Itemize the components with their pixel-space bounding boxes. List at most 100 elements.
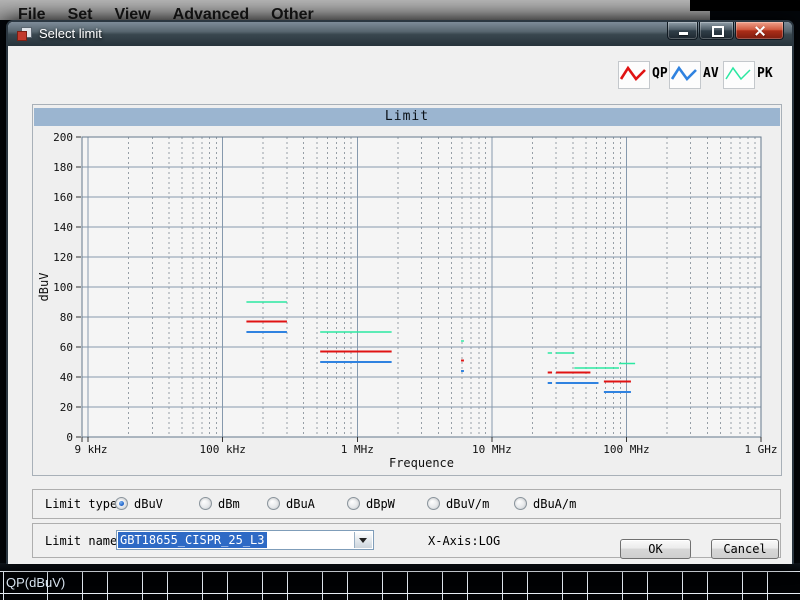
svg-text:120: 120 xyxy=(53,251,73,264)
status-row-border xyxy=(0,571,800,572)
svg-text:180: 180 xyxy=(53,161,73,174)
svg-text:1 GHz: 1 GHz xyxy=(744,443,777,456)
legend-label-qp: QP xyxy=(652,66,668,81)
radio-option-label: dBuV/m xyxy=(446,497,489,511)
svg-text:100 MHz: 100 MHz xyxy=(603,443,649,456)
screen: File Set View Advanced Other QP(dBuV) Select… xyxy=(0,0,800,600)
menu-item-view[interactable]: View xyxy=(114,0,150,20)
menu-item-set[interactable]: Set xyxy=(68,0,93,20)
radio-option-label: dBuV xyxy=(134,497,163,511)
status-col-border xyxy=(502,571,503,600)
status-col-border xyxy=(82,571,83,600)
radio-icon xyxy=(347,497,360,510)
status-col-border xyxy=(3,571,4,600)
cancel-button[interactable]: Cancel xyxy=(711,539,779,559)
status-col-border xyxy=(587,571,588,600)
status-col-border xyxy=(202,571,203,600)
status-col-border xyxy=(442,571,443,600)
status-table: QP(dBuV) xyxy=(0,563,800,600)
menu-item-other[interactable]: Other xyxy=(271,0,314,20)
limit-type-label: Limit type xyxy=(45,497,117,511)
status-row-border xyxy=(0,593,800,594)
svg-text:40: 40 xyxy=(60,371,73,384)
minimize-button[interactable] xyxy=(667,22,698,40)
radio-option-dbua-m[interactable]: dBuA/m xyxy=(514,496,576,511)
svg-text:60: 60 xyxy=(60,341,73,354)
radio-option-label: dBuA/m xyxy=(533,497,576,511)
close-button[interactable] xyxy=(735,22,784,40)
radio-option-dbm[interactable]: dBm xyxy=(199,496,240,511)
ok-button[interactable]: OK xyxy=(620,539,691,559)
status-col-border xyxy=(767,571,768,600)
maximize-icon xyxy=(712,26,724,37)
status-col-border xyxy=(707,571,708,600)
minimize-icon xyxy=(679,32,688,35)
svg-text:0: 0 xyxy=(66,431,73,444)
radio-option-label: dBuA xyxy=(286,497,315,511)
svg-text:100: 100 xyxy=(53,281,73,294)
radio-icon xyxy=(199,497,212,510)
radio-option-label: dBm xyxy=(218,497,240,511)
status-col-border xyxy=(527,571,528,600)
dialog-title: Select limit xyxy=(39,22,102,46)
limit-name-value: GBT18655_CISPR_25_L3 xyxy=(118,532,267,548)
select-limit-dialog: Select limit Limit 020406080100120140160… xyxy=(6,20,794,564)
limit-chart-container: Limit 0204060801001201401601802009 kHz10… xyxy=(32,104,782,476)
status-col-border xyxy=(467,571,468,600)
svg-text:10 MHz: 10 MHz xyxy=(472,443,512,456)
app-icon xyxy=(17,27,32,41)
status-col-border xyxy=(167,571,168,600)
av-line-icon xyxy=(670,62,698,86)
status-col-border xyxy=(322,571,323,600)
radio-icon xyxy=(514,497,527,510)
parent-window-panel xyxy=(690,0,800,11)
status-col-border xyxy=(647,571,648,600)
menu-item-advanced[interactable]: Advanced xyxy=(173,0,249,20)
limit-name-label: Limit name xyxy=(45,534,117,548)
svg-text:140: 140 xyxy=(53,221,73,234)
radio-option-dbuv[interactable]: dBuV xyxy=(115,496,163,511)
status-first-cell: QP(dBuV) xyxy=(6,572,65,594)
radio-icon xyxy=(267,497,280,510)
legend-label-av: AV xyxy=(703,66,719,81)
menu-item-file[interactable]: File xyxy=(18,0,46,20)
close-icon xyxy=(754,25,766,37)
status-col-border xyxy=(622,571,623,600)
radio-option-dbua[interactable]: dBuA xyxy=(267,496,315,511)
qp-line-icon xyxy=(619,62,647,86)
x-axis-mode-label: X-Axis:LOG xyxy=(428,534,500,548)
status-col-border xyxy=(227,571,228,600)
status-col-border xyxy=(107,571,108,600)
status-col-border xyxy=(347,571,348,600)
y-axis-title: dBuV xyxy=(37,273,51,302)
status-col-border xyxy=(682,571,683,600)
svg-text:20: 20 xyxy=(60,401,73,414)
radio-option-dbuv-m[interactable]: dBuV/m xyxy=(427,496,489,511)
radio-icon xyxy=(427,497,440,510)
svg-text:80: 80 xyxy=(60,311,73,324)
legend-swatch-av xyxy=(669,61,701,89)
radio-option-dbpw[interactable]: dBpW xyxy=(347,496,395,511)
status-col-border xyxy=(142,571,143,600)
svg-text:1 MHz: 1 MHz xyxy=(341,443,374,456)
svg-text:100 kHz: 100 kHz xyxy=(200,443,246,456)
status-col-border xyxy=(562,571,563,600)
menu-bar: File Set View Advanced Other xyxy=(0,0,710,20)
window-buttons xyxy=(666,22,784,40)
radio-icon xyxy=(115,497,128,510)
svg-text:9 kHz: 9 kHz xyxy=(74,443,107,456)
status-col-border xyxy=(407,571,408,600)
limit-name-combobox[interactable]: GBT18655_CISPR_25_L3 xyxy=(116,530,374,550)
chevron-down-icon xyxy=(359,538,367,547)
limit-chart: 0204060801001201401601802009 kHz100 kHz1… xyxy=(33,105,783,477)
status-col-border xyxy=(287,571,288,600)
limit-name-groupbox: Limit name GBT18655_CISPR_25_L3 X-Axis:L… xyxy=(32,523,781,558)
legend-label-pk: PK xyxy=(757,66,773,81)
dialog-titlebar: Select limit xyxy=(8,22,792,46)
x-axis-title: Frequence xyxy=(389,456,454,470)
status-col-border xyxy=(47,571,48,600)
svg-text:160: 160 xyxy=(53,191,73,204)
combobox-dropdown-button[interactable] xyxy=(354,532,372,548)
maximize-button[interactable] xyxy=(699,22,734,40)
legend-swatch-qp xyxy=(618,61,650,89)
